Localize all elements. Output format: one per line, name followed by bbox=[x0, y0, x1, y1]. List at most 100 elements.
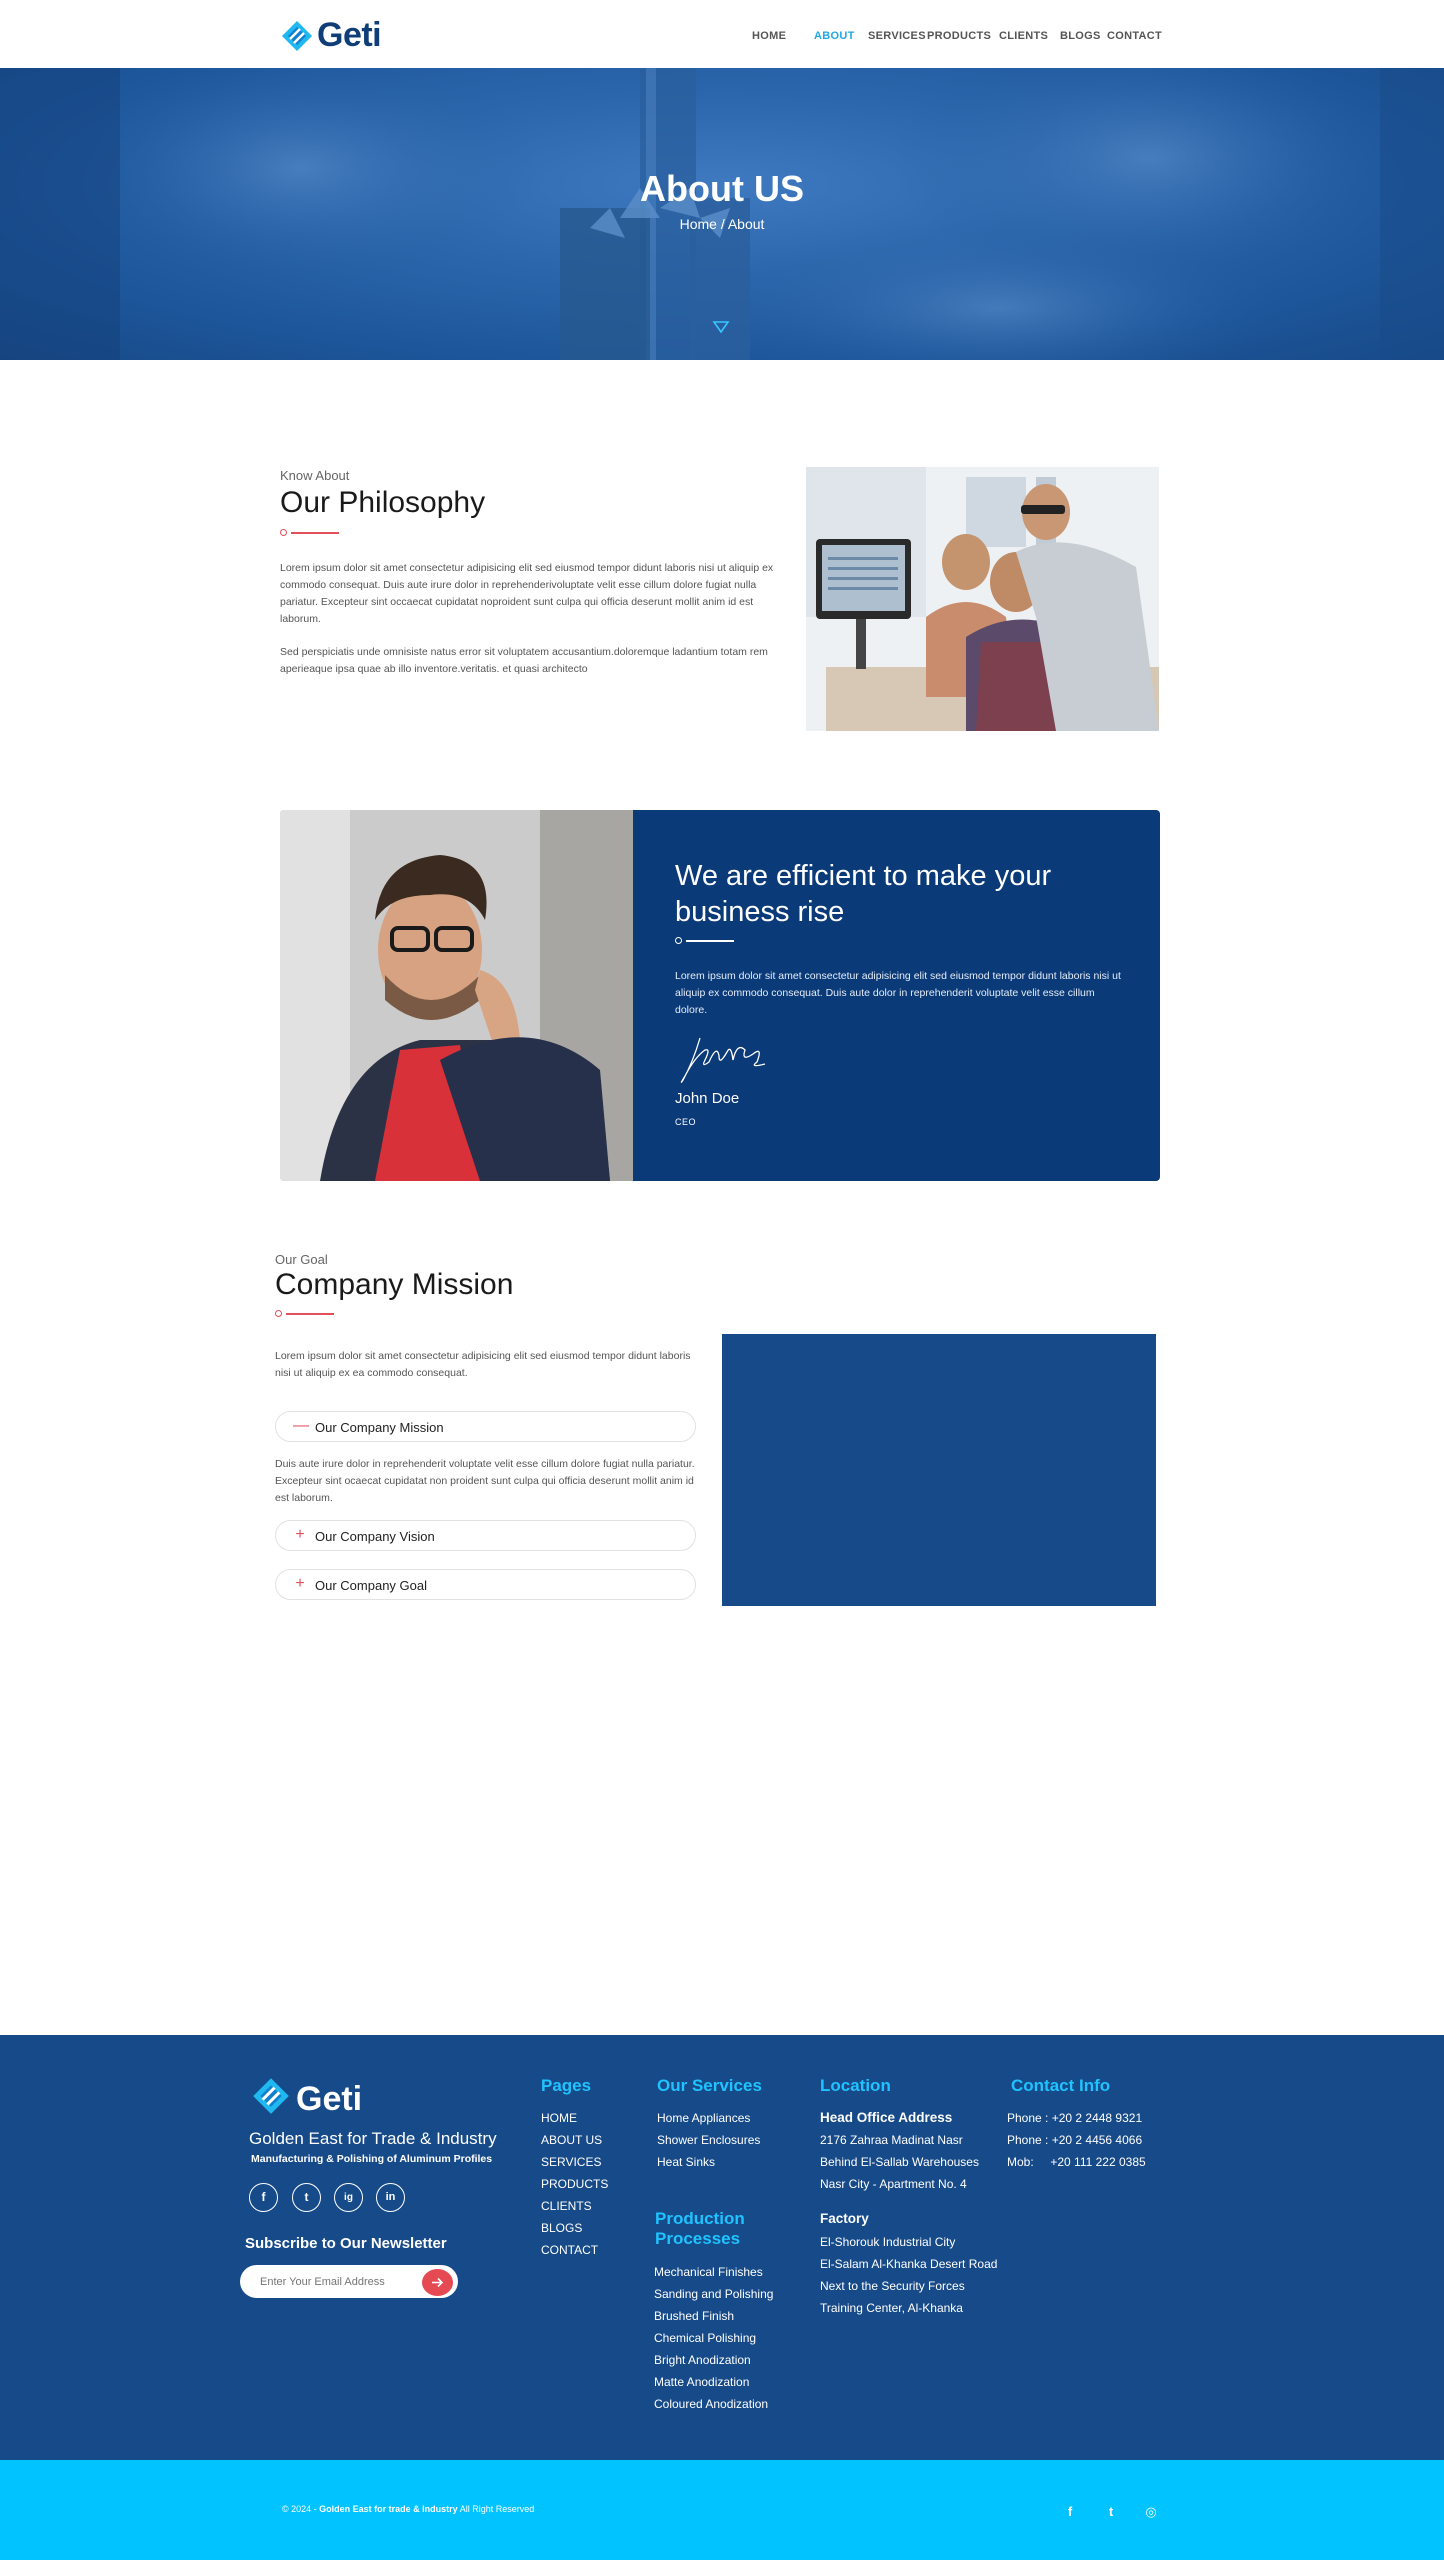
factory-line: El-Salam Al-Khanka Desert Road bbox=[820, 2257, 998, 2271]
footer-link-process[interactable]: Brushed Finish bbox=[654, 2309, 734, 2323]
mission-media-box bbox=[722, 1334, 1156, 1606]
plus-icon: + bbox=[295, 1526, 305, 1543]
contact-phone[interactable]: Phone : +20 2 2448 9321 bbox=[1007, 2111, 1142, 2125]
philosophy-paragraph: Sed perspiciatis unde omnisiste natus er… bbox=[280, 646, 768, 675]
ceo-name: John Doe bbox=[675, 1090, 740, 1107]
footer-link-process[interactable]: Chemical Polishing bbox=[654, 2331, 756, 2345]
footer-link-clients[interactable]: CLIENTS bbox=[541, 2199, 592, 2213]
efficient-paragraph: Lorem ipsum dolor sit amet consectetur a… bbox=[675, 970, 1121, 1016]
head-office-line: Nasr City - Apartment No. 4 bbox=[820, 2177, 967, 2191]
factory-line: Training Center, Al-Khanka bbox=[820, 2301, 963, 2315]
circle-line-divider bbox=[675, 936, 735, 946]
footer-logo[interactable]: Geti bbox=[252, 2077, 362, 2120]
hero-background-image bbox=[0, 68, 1444, 360]
signature bbox=[675, 1032, 770, 1092]
accordion-vision[interactable]: + Our Company Vision bbox=[275, 1520, 696, 1551]
nav-clients[interactable]: CLIENTS bbox=[999, 30, 1048, 42]
footer-company: Golden East for Trade & Industry bbox=[249, 2129, 497, 2148]
ceo-photo bbox=[280, 810, 633, 1181]
nav-about[interactable]: ABOUT bbox=[814, 30, 855, 42]
footer-services-title: Our Services bbox=[657, 2076, 762, 2095]
mission-intro: Lorem ipsum dolor sit amet consectetur a… bbox=[275, 1350, 691, 1379]
head-office-line: Behind El-Sallab Warehouses bbox=[820, 2155, 979, 2169]
circle-line-divider bbox=[280, 528, 340, 538]
section-title: Company Mission bbox=[275, 1268, 514, 1301]
circle-line-divider bbox=[275, 1309, 335, 1319]
footer-link-service[interactable]: Heat Sinks bbox=[657, 2155, 715, 2169]
efficient-panel: We are efficient to make your business r… bbox=[633, 810, 1160, 1181]
team-photo bbox=[806, 467, 1159, 731]
site-footer: Geti Golden East for Trade & Industry Ma… bbox=[0, 2035, 1444, 2460]
footer-link-blogs[interactable]: BLOGS bbox=[541, 2221, 582, 2235]
section-title: Our Philosophy bbox=[280, 486, 486, 519]
minus-icon: — bbox=[293, 1417, 309, 1434]
footer-link-services[interactable]: SERVICES bbox=[541, 2155, 601, 2169]
footer-link-service[interactable]: Shower Enclosures bbox=[657, 2133, 760, 2147]
nav-contact[interactable]: CONTACT bbox=[1107, 30, 1162, 42]
copyright-company[interactable]: Golden East for trade & Industry bbox=[319, 2504, 458, 2514]
nav-blogs[interactable]: BLOGS bbox=[1060, 30, 1101, 42]
accordion-label: Our Company Goal bbox=[315, 1578, 427, 1593]
footer-location-title: Location bbox=[820, 2076, 891, 2095]
main-nav: HOME ABOUT SERVICES PRODUCTS CLIENTS BLO… bbox=[0, 30, 1444, 48]
head-office-line: 2176 Zahraa Madinat Nasr bbox=[820, 2133, 963, 2147]
ceo-role: CEO bbox=[675, 1117, 697, 1127]
footer-link-products[interactable]: PRODUCTS bbox=[541, 2177, 608, 2191]
footer-processes-title-line: Processes bbox=[655, 2229, 741, 2248]
nav-products[interactable]: PRODUCTS bbox=[927, 30, 991, 42]
footer-link-contact[interactable]: CONTACT bbox=[541, 2243, 598, 2257]
newsletter-title: Subscribe to Our Newsletter bbox=[245, 2235, 447, 2252]
footer-link-process[interactable]: Mechanical Finishes bbox=[654, 2265, 763, 2279]
footer-link-process[interactable]: Coloured Anodization bbox=[654, 2397, 768, 2411]
dribbble-icon[interactable]: ◎ bbox=[1143, 2504, 1159, 2520]
footer-link-process[interactable]: Bright Anodization bbox=[654, 2353, 751, 2367]
nav-services[interactable]: SERVICES bbox=[868, 30, 926, 42]
efficient-card: We are efficient to make your business r… bbox=[280, 810, 1160, 1181]
copyright-prefix: © 2024 - bbox=[282, 2504, 320, 2514]
footer-pages-title: Pages bbox=[541, 2076, 592, 2095]
plus-icon: + bbox=[295, 1575, 305, 1592]
philosophy-paragraph: Lorem ipsum dolor sit amet consectetur a… bbox=[280, 562, 774, 625]
arrow-right-icon bbox=[432, 2277, 444, 2288]
footer-contact-title: Contact Info bbox=[1011, 2076, 1111, 2095]
newsletter-submit-button[interactable] bbox=[422, 2269, 453, 2296]
footer-link-process[interactable]: Matte Anodization bbox=[654, 2375, 749, 2389]
copyright-suffix: All Right Reserved bbox=[457, 2504, 535, 2514]
twitter-icon[interactable]: t bbox=[292, 2183, 321, 2212]
facebook-icon[interactable]: f bbox=[249, 2183, 278, 2212]
factory-line: Next to the Security Forces bbox=[820, 2279, 965, 2293]
copyright-text: © 2024 - Golden East for trade & Industr… bbox=[282, 2504, 534, 2514]
footer-link-service[interactable]: Home Appliances bbox=[657, 2111, 750, 2125]
factory-line: El-Shorouk Industrial City bbox=[820, 2235, 956, 2249]
accordion-content: Duis aute irure dolor in reprehenderit v… bbox=[275, 1458, 695, 1504]
instagram-icon[interactable]: ig bbox=[334, 2183, 363, 2212]
twitter-icon[interactable]: t bbox=[1103, 2504, 1119, 2520]
footer-tagline: Manufacturing & Polishing of Aluminum Pr… bbox=[251, 2153, 493, 2165]
contact-mobile[interactable]: Mob: +20 111 222 0385 bbox=[1007, 2155, 1146, 2169]
copyright-bar: © 2024 - Golden East for trade & Industr… bbox=[0, 2460, 1444, 2560]
footer-logo-text: Geti bbox=[296, 2079, 363, 2118]
section-eyebrow: Know About bbox=[280, 468, 350, 483]
accordion-mission[interactable]: — Our Company Mission bbox=[275, 1411, 696, 1442]
footer-link-about[interactable]: ABOUT US bbox=[541, 2133, 602, 2147]
contact-phone[interactable]: Phone : +20 2 4456 4066 bbox=[1007, 2133, 1142, 2147]
footer-processes-title-line: Production bbox=[655, 2209, 745, 2228]
efficient-title: We are efficient to make your business r… bbox=[675, 860, 1052, 928]
footer-link-home[interactable]: HOME bbox=[541, 2111, 577, 2125]
accordion-goal[interactable]: + Our Company Goal bbox=[275, 1569, 696, 1600]
accordion-label: Our Company Mission bbox=[315, 1420, 444, 1435]
nav-home[interactable]: HOME bbox=[752, 30, 786, 42]
footer-link-process[interactable]: Sanding and Polishing bbox=[654, 2287, 773, 2301]
down-triangle-icon[interactable] bbox=[712, 320, 730, 339]
footer-processes-title: Production Processes bbox=[655, 2209, 745, 2249]
site-header: Geti HOME ABOUT SERVICES PRODUCTS CLIENT… bbox=[0, 0, 1444, 68]
accordion-label: Our Company Vision bbox=[315, 1529, 435, 1544]
factory-title: Factory bbox=[820, 2211, 869, 2226]
head-office-title: Head Office Address bbox=[820, 2110, 953, 2125]
section-eyebrow: Our Goal bbox=[275, 1252, 328, 1267]
breadcrumb[interactable]: Home / About bbox=[0, 216, 1444, 232]
linkedin-icon[interactable]: in bbox=[376, 2183, 405, 2212]
page-hero: About US Home / About bbox=[0, 68, 1444, 360]
diamond-logo-icon bbox=[252, 2077, 290, 2120]
facebook-icon[interactable]: f bbox=[1062, 2504, 1078, 2520]
